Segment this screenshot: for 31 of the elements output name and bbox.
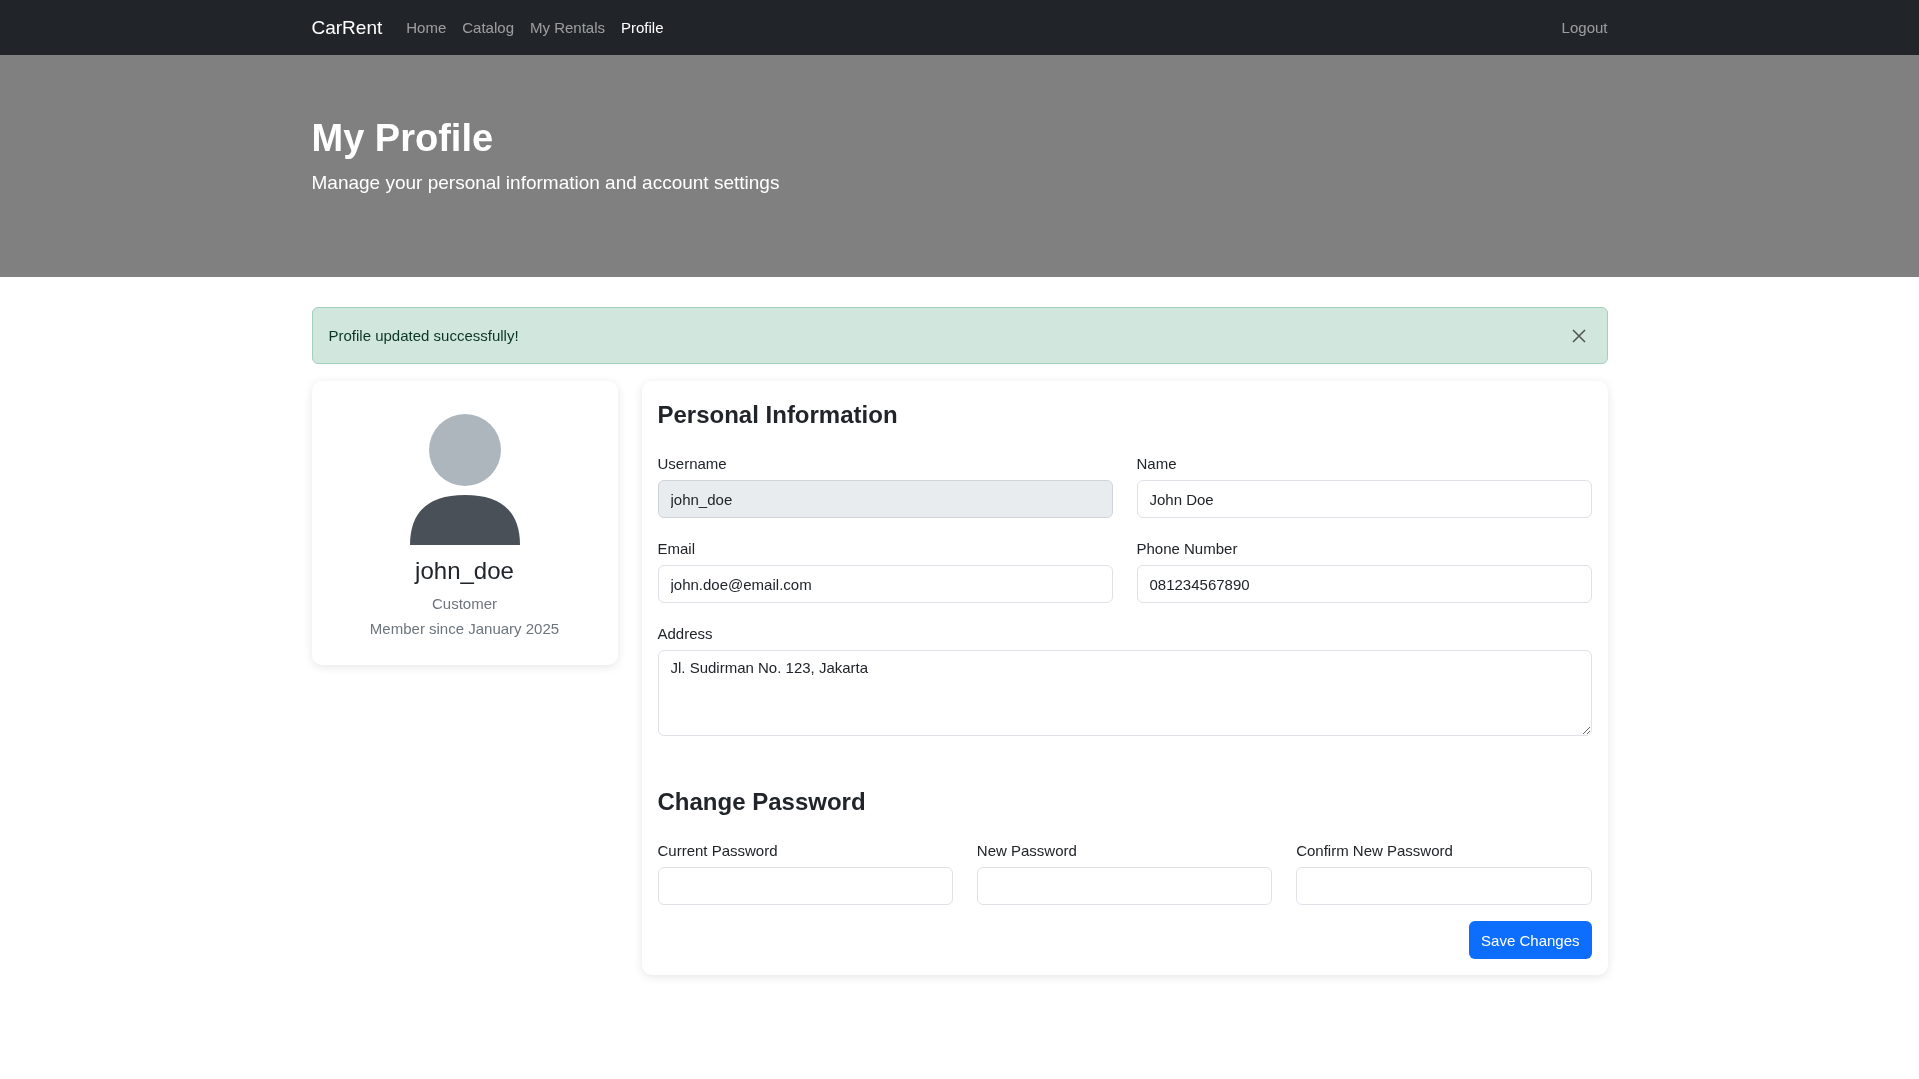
page-subtitle: Manage your personal information and account settings [311, 172, 781, 194]
logout-link[interactable]: Logout [1561, 19, 1608, 36]
section-title: Change Password [657, 788, 867, 816]
member-since: Member since January 2025 [369, 620, 560, 637]
nav-link[interactable]: My Rentals [529, 19, 605, 36]
field-label: Current Password [657, 842, 779, 859]
section-title: Personal Information [657, 401, 899, 429]
field-label: Confirm New Password [1296, 842, 1454, 859]
input-field[interactable]: 081234567890 [1136, 565, 1592, 603]
password-field[interactable] [1296, 867, 1592, 905]
field-label: New Password [976, 842, 1078, 859]
nav-link[interactable]: Profile [621, 19, 664, 36]
field-label: Address [657, 625, 714, 642]
close-icon [1570, 327, 1587, 344]
alert-message: Profile updated successfully! [328, 327, 519, 344]
input-field[interactable]: John Doe [1136, 480, 1592, 518]
input-field[interactable]: john.doe@email.com [657, 565, 1113, 603]
field-label: Username [657, 455, 728, 472]
field-label: Email [657, 540, 696, 557]
password-field[interactable] [976, 867, 1273, 905]
nav-link[interactable]: Catalog [462, 19, 514, 36]
address-field[interactable]: Jl. Sudirman No. 123, Jakarta [657, 650, 1592, 736]
field-label: Phone Number [1136, 540, 1239, 557]
brand-link[interactable]: CarRent [311, 16, 383, 39]
save-button[interactable]: Save Changes [1469, 921, 1592, 959]
field-label: Name [1136, 455, 1178, 472]
page-title: My Profile [311, 117, 495, 160]
password-field[interactable] [657, 867, 953, 905]
profile-role: Customer [432, 595, 497, 612]
profile-username: john_doe [415, 557, 514, 585]
nav-link[interactable]: Home [406, 19, 447, 36]
